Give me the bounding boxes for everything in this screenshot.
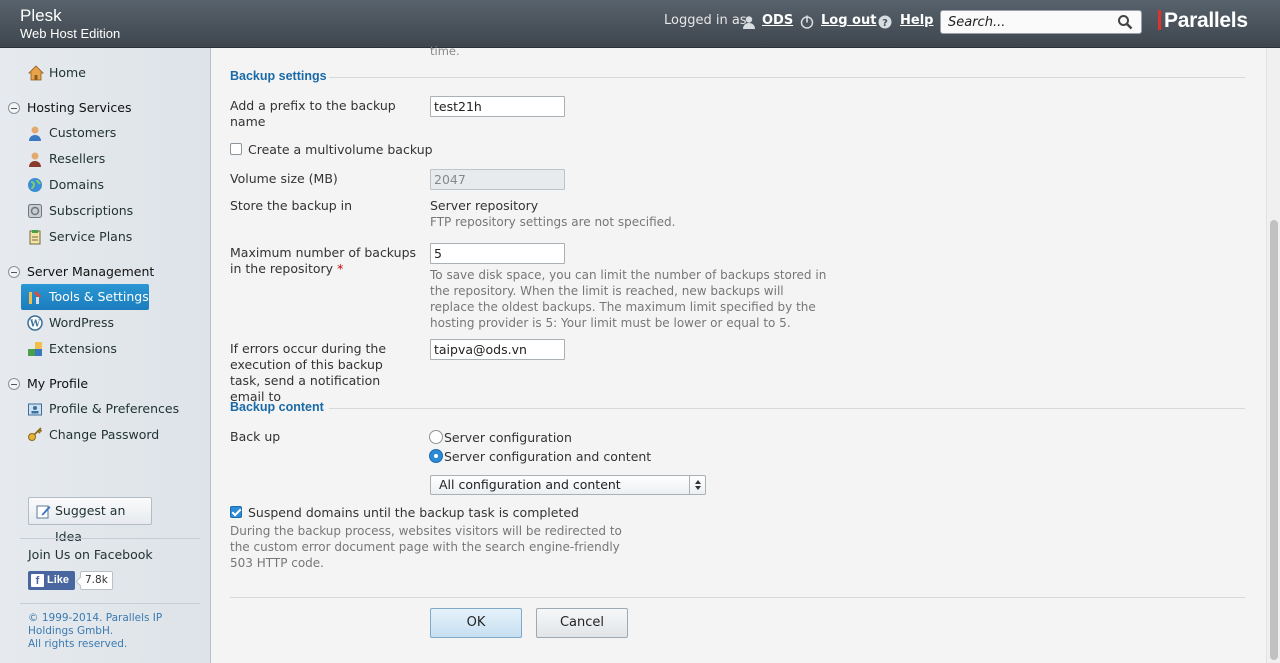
extensions-icon xyxy=(28,342,42,356)
radio-server-configuration-and-content[interactable] xyxy=(429,449,443,463)
sidebar-item-extensions[interactable]: Extensions xyxy=(21,336,117,362)
ok-button[interactable]: OK xyxy=(430,608,522,638)
service-plans-icon xyxy=(29,230,41,245)
sidebar-item-change-password[interactable]: Change Password xyxy=(21,422,159,448)
radio-label-server-configuration: Server configuration xyxy=(444,430,572,445)
content-type-select[interactable]: All configuration and content xyxy=(430,475,706,495)
required-marker: * xyxy=(337,261,344,276)
store-label: Store the backup in xyxy=(230,198,353,213)
volume-size-input[interactable] xyxy=(430,169,565,190)
sidebar-item-resellers[interactable]: Resellers xyxy=(21,146,105,172)
sidebar-item-subscriptions[interactable]: Subscriptions xyxy=(21,198,133,224)
home-icon xyxy=(28,65,44,81)
svg-text:W: W xyxy=(29,320,41,330)
select-arrows-icon xyxy=(689,476,705,494)
globe-icon xyxy=(28,178,42,192)
help-link[interactable]: Help xyxy=(900,13,933,28)
volume-size-label: Volume size (MB) xyxy=(230,171,338,186)
user-link[interactable]: ODS xyxy=(762,13,793,28)
facebook-like-button[interactable]: f Like xyxy=(28,571,75,590)
sidebar-item-service-plans[interactable]: Service Plans xyxy=(21,224,132,250)
collapse-icon xyxy=(8,102,20,114)
max-backups-input[interactable] xyxy=(430,243,565,264)
prefix-label: Add a prefix to the backup name xyxy=(230,98,396,129)
search-icon[interactable] xyxy=(1117,14,1133,30)
search-box xyxy=(940,10,1142,34)
sidebar-item-label: Home xyxy=(49,65,86,80)
multivolume-checkbox[interactable] xyxy=(230,143,242,155)
sidebar-divider xyxy=(20,603,200,604)
facebook-icon: f xyxy=(31,574,44,587)
sidebar-group-hosting-services[interactable]: Hosting Services xyxy=(8,98,131,118)
scrollbar[interactable] xyxy=(1266,48,1280,663)
wordpress-icon: W xyxy=(27,315,43,331)
radio-label-server-configuration-and-content: Server configuration and content xyxy=(444,449,652,464)
scrollbar-thumb[interactable] xyxy=(1270,220,1278,660)
suspend-domains-hint: During the backup process, websites visi… xyxy=(230,524,622,570)
sidebar-item-profile-preferences[interactable]: Profile & Preferences xyxy=(21,396,179,422)
reseller-icon xyxy=(29,152,41,167)
section-title-backup-settings: Backup settings xyxy=(230,69,327,83)
product-edition: Web Host Edition xyxy=(20,26,121,41)
customer-icon xyxy=(29,126,41,141)
max-backups-hint: To save disk space, you can limit the nu… xyxy=(430,268,827,330)
sidebar-item-home[interactable]: Home xyxy=(28,63,86,83)
help-icon: ? xyxy=(878,15,892,29)
subscriptions-icon xyxy=(28,204,42,218)
form-divider xyxy=(230,597,1245,598)
notify-email-input[interactable] xyxy=(430,339,565,360)
like-count: 7.8k xyxy=(80,571,113,590)
prefix-input[interactable] xyxy=(430,96,565,117)
radio-server-configuration[interactable] xyxy=(429,430,443,444)
clipped-text: time. xyxy=(430,44,460,58)
sidebar-item-tools-settings[interactable]: Tools & Settings xyxy=(21,284,149,310)
backup-type-label: Back up xyxy=(230,429,281,444)
collapse-icon xyxy=(8,266,20,278)
top-header: Plesk Web Host Edition Logged in as ODS … xyxy=(0,0,1280,48)
max-backups-label: Maximum number of backups in the reposit… xyxy=(230,245,417,276)
key-icon xyxy=(28,427,43,441)
sidebar-item-customers[interactable]: Customers xyxy=(21,120,116,146)
section-title-backup-content: Backup content xyxy=(230,400,324,414)
cancel-button[interactable]: Cancel xyxy=(536,608,628,638)
sidebar-group-server-management[interactable]: Server Management xyxy=(8,262,154,282)
sidebar-item-wordpress[interactable]: W WordPress xyxy=(21,310,114,336)
facebook-title: Join Us on Facebook xyxy=(28,547,153,562)
store-value: Server repository xyxy=(430,198,539,213)
section-divider xyxy=(329,408,1245,409)
tools-icon xyxy=(29,291,41,304)
suspend-domains-checkbox[interactable] xyxy=(230,506,242,518)
section-divider xyxy=(329,77,1245,78)
search-input[interactable] xyxy=(941,11,1111,33)
suspend-domains-label: Suspend domains until the backup task is… xyxy=(248,505,579,520)
sidebar-item-domains[interactable]: Domains xyxy=(21,172,104,198)
logged-in-text: Logged in as xyxy=(664,13,747,28)
sidebar-divider xyxy=(20,538,200,539)
edit-icon xyxy=(36,505,51,519)
multivolume-label: Create a multivolume backup xyxy=(248,142,433,157)
copyright: © 1999-2014. Parallels IP Holdings GmbH.… xyxy=(28,612,163,650)
svg-text:?: ? xyxy=(882,18,888,29)
logout-link[interactable]: Log out xyxy=(821,13,876,28)
user-icon xyxy=(743,16,755,29)
parallels-logo: Parallels xyxy=(1158,9,1248,33)
notify-email-label: If errors occur during the execution of … xyxy=(230,341,387,404)
collapse-icon xyxy=(8,378,20,390)
product-name: Plesk xyxy=(20,6,62,25)
suggest-idea-button[interactable]: Suggest an Idea xyxy=(28,497,152,544)
power-icon xyxy=(800,15,814,29)
store-hint: FTP repository settings are not specifie… xyxy=(430,215,676,229)
sidebar-group-my-profile[interactable]: My Profile xyxy=(8,374,88,394)
profile-icon xyxy=(28,403,42,416)
